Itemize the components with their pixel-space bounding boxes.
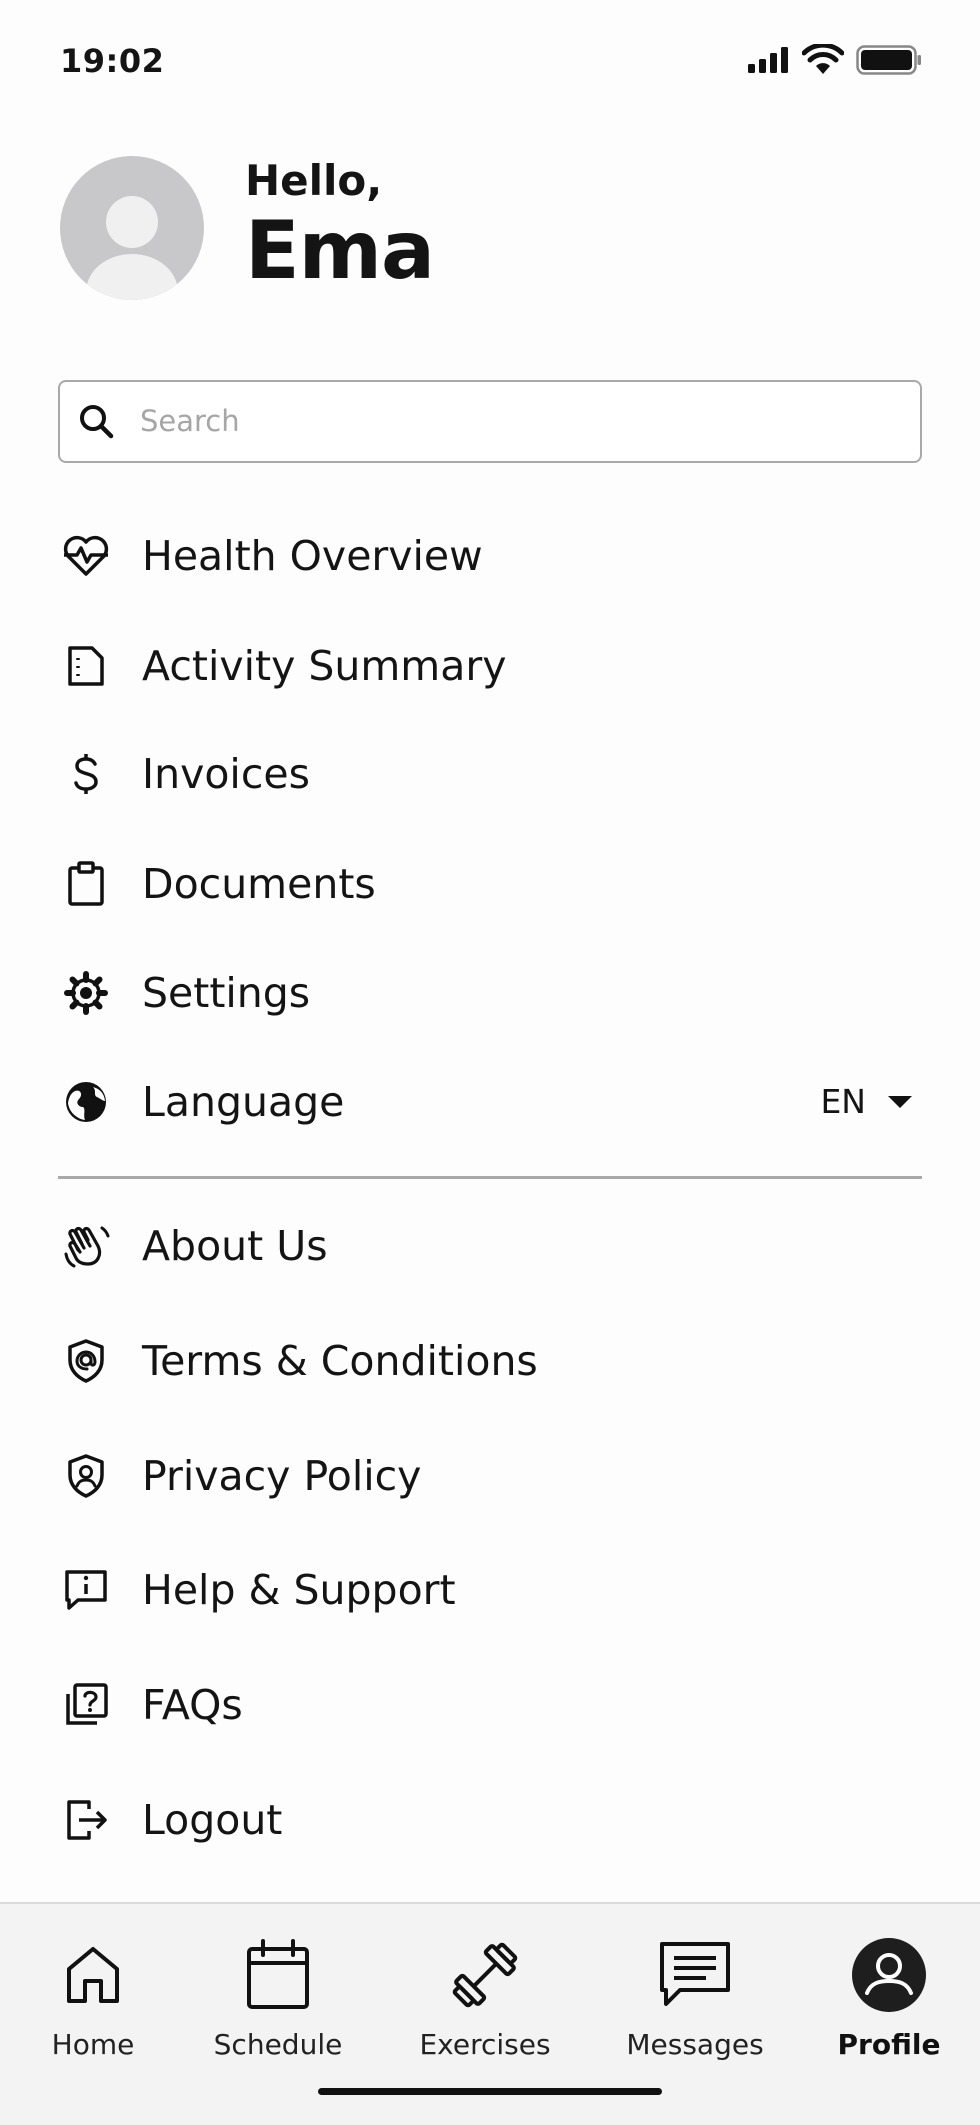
menu-item-settings[interactable]: Settings — [58, 953, 922, 1033]
tab-label: Exercises — [419, 2028, 551, 2061]
tab-label: Messages — [626, 2028, 764, 2061]
search-bar[interactable] — [58, 380, 922, 463]
menu-item-label: Health Overview — [142, 532, 483, 580]
menu-item-language[interactable]: Language EN — [58, 1062, 922, 1142]
wave-hand-icon — [58, 1218, 114, 1274]
home-icon — [63, 1934, 123, 2016]
status-icons — [746, 44, 922, 76]
menu-item-invoices[interactable]: Invoices — [58, 734, 922, 814]
dumbbell-icon — [448, 1934, 522, 2016]
question-copy-icon — [58, 1677, 114, 1733]
avatar[interactable] — [60, 156, 204, 300]
status-bar: 19:02 — [0, 0, 980, 110]
calendar-icon — [245, 1934, 311, 2016]
language-value: EN — [820, 1082, 866, 1121]
heartbeat-icon — [58, 528, 114, 584]
tab-label: Profile — [837, 2028, 941, 2061]
menu-item-activity-summary[interactable]: Activity Summary — [58, 626, 922, 706]
menu-item-label: Settings — [142, 969, 311, 1017]
wifi-icon — [802, 44, 844, 74]
menu-item-label: Language — [142, 1078, 345, 1126]
shield-at-icon — [58, 1333, 114, 1389]
menu-item-label: About Us — [142, 1222, 328, 1270]
menu-item-label: FAQs — [142, 1681, 243, 1729]
bottom-tab-bar: Home Schedule Exercises Messages Profile — [0, 1902, 980, 2125]
menu-item-documents[interactable]: Documents — [58, 844, 922, 924]
profile-header: Hello, Ema — [60, 156, 920, 302]
tab-profile[interactable]: Profile — [804, 1934, 974, 2074]
search-input[interactable] — [140, 382, 900, 460]
clipboard-icon — [58, 856, 114, 912]
globe-icon — [58, 1074, 114, 1130]
user-name: Ema — [245, 204, 435, 297]
avatar-placeholder-icon — [86, 196, 178, 300]
gear-icon — [58, 965, 114, 1021]
menu-item-label: Activity Summary — [142, 642, 507, 690]
signal-icon — [748, 47, 788, 73]
menu-item-about-us[interactable]: About Us — [58, 1206, 922, 1286]
tab-schedule[interactable]: Schedule — [193, 1934, 363, 2074]
menu-item-label: Help & Support — [142, 1566, 456, 1614]
chevron-down-icon — [888, 1095, 912, 1108]
home-indicator — [318, 2088, 662, 2095]
menu-divider — [58, 1176, 922, 1179]
menu-item-privacy-policy[interactable]: Privacy Policy — [58, 1436, 922, 1516]
logout-icon — [58, 1792, 114, 1848]
menu-item-label: Documents — [142, 860, 376, 908]
info-message-icon — [58, 1562, 114, 1618]
menu-item-terms-conditions[interactable]: Terms & Conditions — [58, 1321, 922, 1401]
dollar-icon — [58, 746, 114, 802]
menu-item-label: Terms & Conditions — [142, 1337, 538, 1385]
profile-icon — [851, 1934, 927, 2016]
language-select[interactable]: EN — [820, 1082, 914, 1121]
menu-item-help-support[interactable]: Help & Support — [58, 1550, 922, 1630]
tab-label: Schedule — [213, 2028, 343, 2061]
menu-item-logout[interactable]: Logout — [58, 1780, 922, 1860]
menu-item-label: Privacy Policy — [142, 1452, 422, 1500]
greeting-text: Hello, — [245, 156, 383, 205]
menu-item-label: Invoices — [142, 750, 310, 798]
menu-item-faqs[interactable]: FAQs — [58, 1665, 922, 1745]
shield-user-icon — [58, 1448, 114, 1504]
search-icon — [80, 405, 114, 439]
tab-home[interactable]: Home — [8, 1934, 178, 2074]
message-icon — [658, 1934, 732, 2016]
note-icon — [58, 638, 114, 694]
status-time: 19:02 — [60, 42, 165, 80]
menu-item-health-overview[interactable]: Health Overview — [58, 516, 922, 596]
battery-icon — [856, 45, 921, 75]
tab-messages[interactable]: Messages — [610, 1934, 780, 2074]
tab-label: Home — [51, 2028, 135, 2061]
menu-item-label: Logout — [142, 1796, 283, 1844]
tab-exercises[interactable]: Exercises — [400, 1934, 570, 2074]
